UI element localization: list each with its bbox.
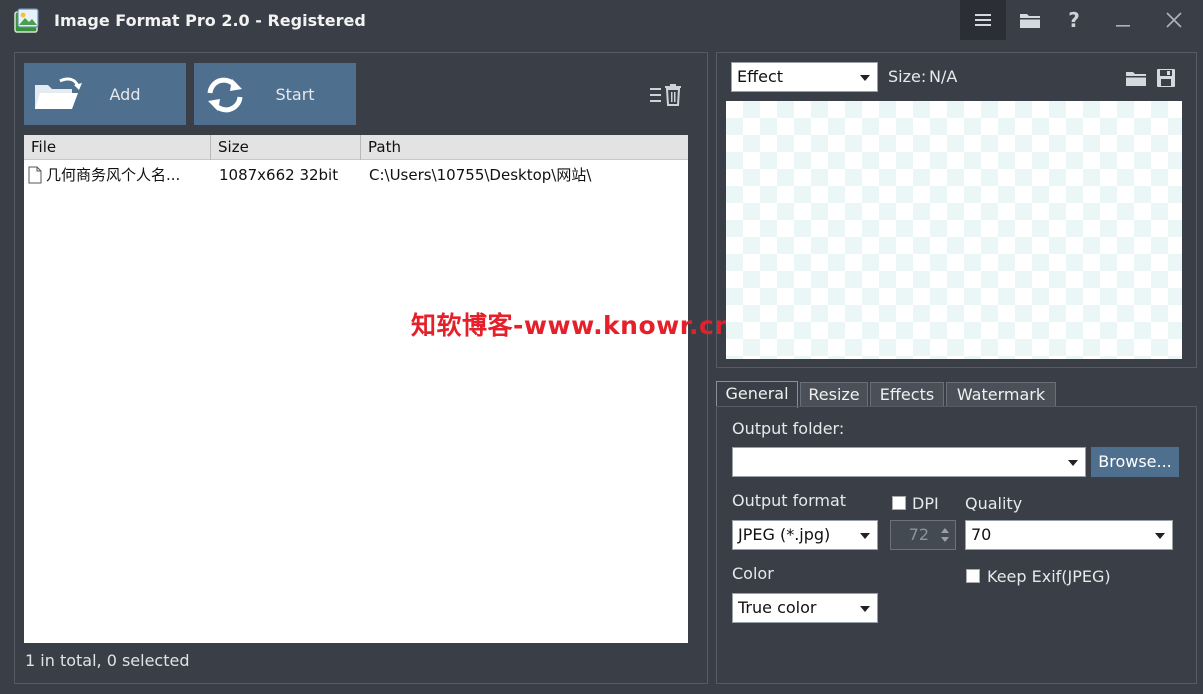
quality-value: 70 bbox=[971, 525, 992, 544]
open-folder-button[interactable] bbox=[1008, 0, 1052, 40]
quality-label: Quality bbox=[965, 494, 1023, 513]
spin-arrows-icon[interactable] bbox=[940, 526, 950, 544]
effect-dropdown[interactable]: Effect bbox=[731, 62, 878, 92]
keep-exif-checkbox[interactable] bbox=[966, 569, 980, 583]
file-path: C:\Users\10755\Desktop\网站\ bbox=[369, 166, 592, 184]
dropdown-arrow-icon bbox=[1155, 533, 1165, 539]
column-header-path[interactable]: Path bbox=[361, 135, 696, 160]
add-label: Add bbox=[109, 84, 141, 104]
dpi-checkbox[interactable] bbox=[892, 496, 906, 510]
output-format-label: Output format bbox=[732, 491, 847, 510]
keep-exif-label: Keep Exif(JPEG) bbox=[987, 567, 1111, 586]
color-dropdown[interactable]: True color bbox=[732, 593, 878, 623]
help-icon: ? bbox=[1068, 8, 1080, 32]
start-label: Start bbox=[275, 84, 315, 104]
dpi-label: DPI bbox=[912, 494, 939, 513]
minimize-icon bbox=[1116, 25, 1130, 27]
output-format-dropdown[interactable]: JPEG (*.jpg) bbox=[732, 520, 878, 550]
dropdown-arrow-icon bbox=[860, 533, 870, 539]
start-button[interactable]: Start bbox=[194, 63, 356, 125]
menu-icon bbox=[975, 14, 991, 26]
browse-button[interactable]: Browse... bbox=[1091, 447, 1179, 477]
list-scrollbar[interactable] bbox=[688, 135, 698, 643]
minimize-button[interactable] bbox=[1096, 0, 1150, 40]
open-folder-icon[interactable] bbox=[1125, 69, 1147, 87]
status-text: 1 in total, 0 selected bbox=[25, 651, 190, 670]
effect-value: Effect bbox=[737, 67, 784, 86]
document-icon bbox=[28, 166, 42, 184]
file-list[interactable]: File Size Path 几何商务风个人名... 1087x662 32bi… bbox=[24, 135, 698, 643]
tab-effects[interactable]: Effects bbox=[870, 382, 944, 407]
settings-panel: Output folder: Browse... Output format D… bbox=[716, 406, 1197, 684]
tab-general[interactable]: General bbox=[716, 381, 798, 408]
dpi-value: 72 bbox=[908, 525, 929, 544]
color-value: True color bbox=[738, 598, 817, 617]
size-label: Size: bbox=[888, 67, 927, 86]
file-list-header: File Size Path bbox=[24, 135, 696, 160]
column-header-size[interactable]: Size bbox=[211, 135, 361, 160]
add-button[interactable]: Add bbox=[24, 63, 186, 125]
tab-resize[interactable]: Resize bbox=[800, 382, 868, 407]
file-cell: 几何商务风个人名... bbox=[28, 163, 211, 187]
tab-watermark[interactable]: Watermark bbox=[946, 382, 1056, 407]
quality-dropdown[interactable]: 70 bbox=[965, 520, 1173, 550]
preview-panel: Effect Size: N/A bbox=[716, 52, 1197, 368]
file-size: 1087x662 32bit bbox=[219, 166, 339, 184]
image-preview bbox=[726, 101, 1182, 359]
output-folder-label: Output folder: bbox=[732, 419, 845, 438]
clear-list-icon[interactable] bbox=[649, 83, 685, 109]
close-icon bbox=[1166, 12, 1182, 28]
app-icon bbox=[14, 8, 39, 33]
title-bar: Image Format Pro 2.0 - Registered ? bbox=[0, 0, 1203, 44]
watermark-text: 知软博客-www.knowr.cn bbox=[411, 311, 733, 340]
folder-icon bbox=[1020, 14, 1040, 28]
window-title: Image Format Pro 2.0 - Registered bbox=[54, 11, 366, 30]
dropdown-arrow-icon bbox=[1068, 460, 1078, 466]
output-format-value: JPEG (*.jpg) bbox=[738, 525, 831, 544]
dropdown-arrow-icon bbox=[860, 75, 870, 81]
size-value: N/A bbox=[929, 67, 958, 86]
menu-button[interactable] bbox=[960, 0, 1006, 40]
file-name: 几何商务风个人名... bbox=[46, 166, 181, 184]
close-button[interactable] bbox=[1150, 0, 1198, 40]
dpi-spinbox[interactable]: 72 bbox=[890, 520, 956, 550]
help-button[interactable]: ? bbox=[1052, 0, 1096, 40]
color-label: Color bbox=[732, 564, 774, 583]
output-folder-dropdown[interactable] bbox=[732, 447, 1086, 477]
table-row[interactable]: 几何商务风个人名... 1087x662 32bit C:\Users\1075… bbox=[24, 163, 696, 187]
save-icon[interactable] bbox=[1156, 68, 1176, 88]
dropdown-arrow-icon bbox=[860, 606, 870, 612]
file-panel: Add Start File Size Path 几何商务风个人名... 108… bbox=[14, 52, 708, 684]
column-header-file[interactable]: File bbox=[24, 135, 211, 160]
